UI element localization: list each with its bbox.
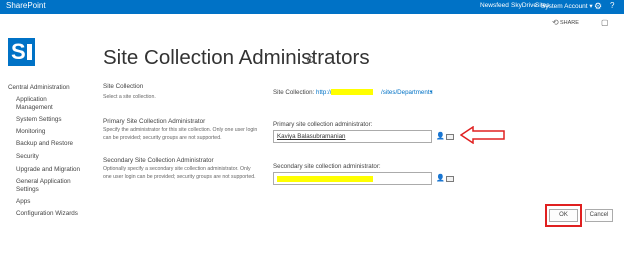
annotation-arrow-icon (460, 126, 505, 144)
nav-newsfeed[interactable]: Newsfeed (480, 2, 509, 9)
secondary-admin-label: Secondary site collection administrator: (273, 163, 381, 170)
check-names-icon[interactable]: 👤 (436, 132, 445, 140)
primary-admin-value: Kaviya Balasubramanian (277, 133, 346, 140)
secondary-admin-input[interactable] (273, 172, 432, 185)
nav-upgrade-and-migration[interactable]: Upgrade and Migration (16, 166, 80, 174)
site-collection-label: Site Collection: (273, 89, 315, 96)
sharepoint-logo[interactable]: S (8, 38, 35, 66)
primary-admin-heading: Primary Site Collection Administrator (103, 118, 206, 125)
nav-security[interactable]: Security (16, 153, 39, 161)
address-book-icon[interactable] (446, 134, 454, 140)
nav-system-settings[interactable]: System Settings (16, 116, 62, 124)
secondary-admin-description: Optionally specify a secondary site coll… (103, 166, 256, 180)
share-icon[interactable]: ⟲ (552, 18, 559, 27)
redacted-value (277, 176, 373, 182)
logo-s-mark: S (11, 39, 26, 64)
primary-admin-input[interactable]: Kaviya Balasubramanian (273, 130, 432, 143)
page-title: Site Collection Administrators (103, 46, 370, 69)
primary-admin-label: Primary site collection administrator: (273, 121, 373, 128)
secondary-admin-heading: Secondary Site Collection Administrator (103, 157, 214, 164)
url-prefix-text: http:// (316, 89, 332, 96)
info-icon[interactable]: i (307, 56, 314, 63)
site-collection-heading: Site Collection (103, 83, 144, 90)
nav-application-management-2[interactable]: Management (16, 104, 53, 112)
primary-admin-description: Specify the administrator for this site … (103, 127, 258, 141)
chevron-down-icon[interactable]: ▾ (430, 89, 433, 95)
site-collection-description: Select a site collection. (103, 94, 156, 100)
nav-general-application-settings-1[interactable]: General Application (16, 178, 71, 186)
site-collection-url-prefix[interactable]: http:// (316, 89, 374, 96)
nav-backup-and-restore[interactable]: Backup and Restore (16, 140, 73, 148)
cancel-button[interactable]: Cancel (585, 209, 613, 222)
ok-button[interactable]: OK (549, 209, 578, 222)
check-names-icon[interactable]: 👤 (436, 174, 445, 182)
user-menu[interactable]: System Account ▾ (541, 2, 593, 10)
share-button[interactable]: SHARE (560, 20, 579, 26)
nav-central-administration[interactable]: Central Administration (8, 84, 70, 92)
nav-monitoring[interactable]: Monitoring (16, 128, 45, 136)
nav-configuration-wizards[interactable]: Configuration Wizards (16, 210, 78, 218)
nav-general-application-settings-2[interactable]: Settings (16, 186, 39, 194)
focus-icon[interactable]: ▢ (601, 18, 609, 27)
help-icon[interactable]: ? (610, 1, 614, 10)
nav-application-management-1[interactable]: Application (16, 96, 47, 104)
url-redacted (331, 89, 374, 96)
brand-link[interactable]: SharePoint (6, 1, 46, 10)
logo-bar (27, 44, 32, 60)
suite-bar: SharePoint Newsfeed SkyDrive Sites Syste… (0, 0, 624, 14)
gear-icon[interactable]: ⚙ (594, 1, 602, 12)
nav-apps[interactable]: Apps (16, 198, 30, 206)
site-collection-url-suffix[interactable]: /sites/Departments (381, 89, 433, 96)
nav-skydrive[interactable]: SkyDrive (511, 2, 537, 9)
address-book-icon[interactable] (446, 176, 454, 182)
